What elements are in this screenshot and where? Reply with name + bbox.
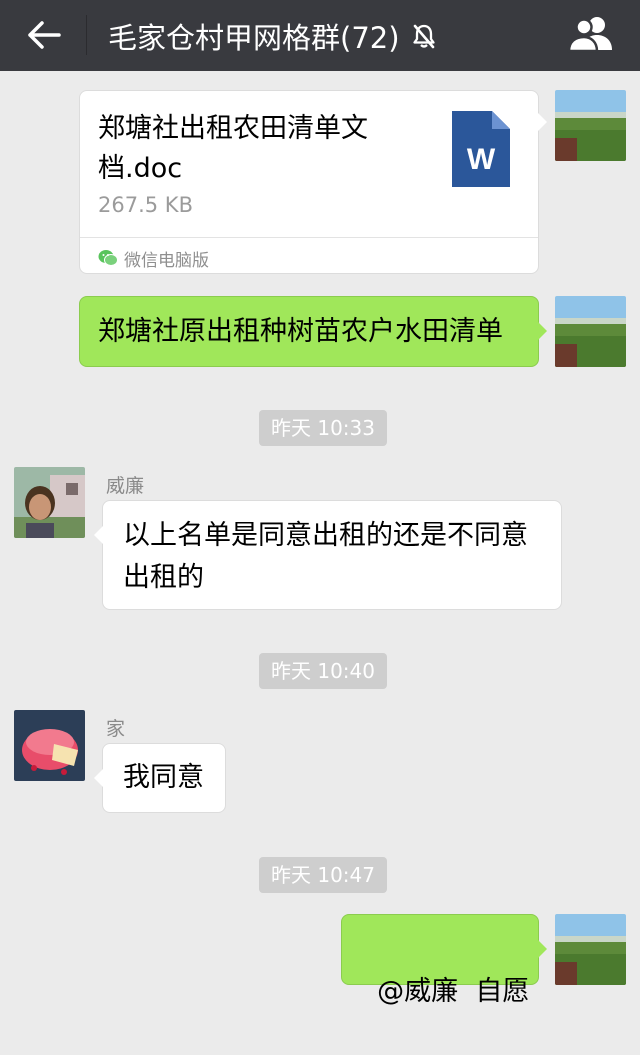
file-name: 郑塘社出租农田清单文档.doc xyxy=(98,113,368,184)
bubble-tail xyxy=(538,940,556,958)
message-timestamp: 昨天 10:47 xyxy=(259,857,387,893)
chat-title-area: 毛家仓村甲网格群(72) xyxy=(108,0,438,71)
group-info-button[interactable] xyxy=(560,8,622,60)
file-icon-letter: W xyxy=(467,143,496,176)
my-avatar[interactable] xyxy=(555,914,626,985)
contact-avatar-weilian[interactable] xyxy=(14,467,85,538)
bubble-tail xyxy=(538,322,556,340)
file-card-divider xyxy=(80,237,538,238)
sender-name: 威廉 xyxy=(106,475,145,497)
word-doc-icon: W xyxy=(450,109,512,193)
group-members-icon xyxy=(567,17,612,53)
file-source-label: 微信电脑版 xyxy=(124,250,209,271)
header-divider xyxy=(86,15,87,55)
my-avatar[interactable] xyxy=(555,90,626,161)
sender-name: 家 xyxy=(106,718,126,740)
file-message[interactable]: 郑塘社出租农田清单文档.doc 267.5 KB W 微信电脑版 xyxy=(79,90,547,274)
message-text: 以上名单是同意出租的还是不同意出租的 xyxy=(123,520,528,593)
message-text: 郑塘社原出租种树苗农户水田清单 xyxy=(98,316,503,347)
wechat-icon xyxy=(98,249,118,267)
chat-header: 毛家仓村甲网格群(72) xyxy=(0,0,640,71)
bubble-tail xyxy=(538,113,556,131)
file-source: 微信电脑版 xyxy=(98,243,209,273)
message-bubble-self[interactable]: @威廉 自愿 xyxy=(341,914,547,1007)
bubble-tail xyxy=(85,769,103,787)
message-timestamp: 昨天 10:40 xyxy=(259,653,387,689)
back-button[interactable] xyxy=(18,10,70,60)
bell-off-icon xyxy=(410,22,438,50)
message-bubble-other[interactable]: 以上名单是同意出租的还是不同意出租的 xyxy=(94,500,562,610)
message-text: 我同意 xyxy=(123,762,204,793)
message-text: @威廉 自愿 xyxy=(377,976,530,1007)
my-avatar[interactable] xyxy=(555,296,626,367)
bubble-tail xyxy=(85,526,103,544)
chat-title: 毛家仓村甲网格群(72) xyxy=(108,20,400,55)
message-bubble-other[interactable]: 我同意 xyxy=(94,743,226,813)
contact-avatar-jia[interactable] xyxy=(14,710,85,781)
arrow-left-icon xyxy=(28,21,61,49)
message-timestamp: 昨天 10:33 xyxy=(259,410,387,446)
message-bubble-self[interactable]: 郑塘社原出租种树苗农户水田清单 xyxy=(79,296,547,367)
file-size: 267.5 KB xyxy=(98,193,193,217)
